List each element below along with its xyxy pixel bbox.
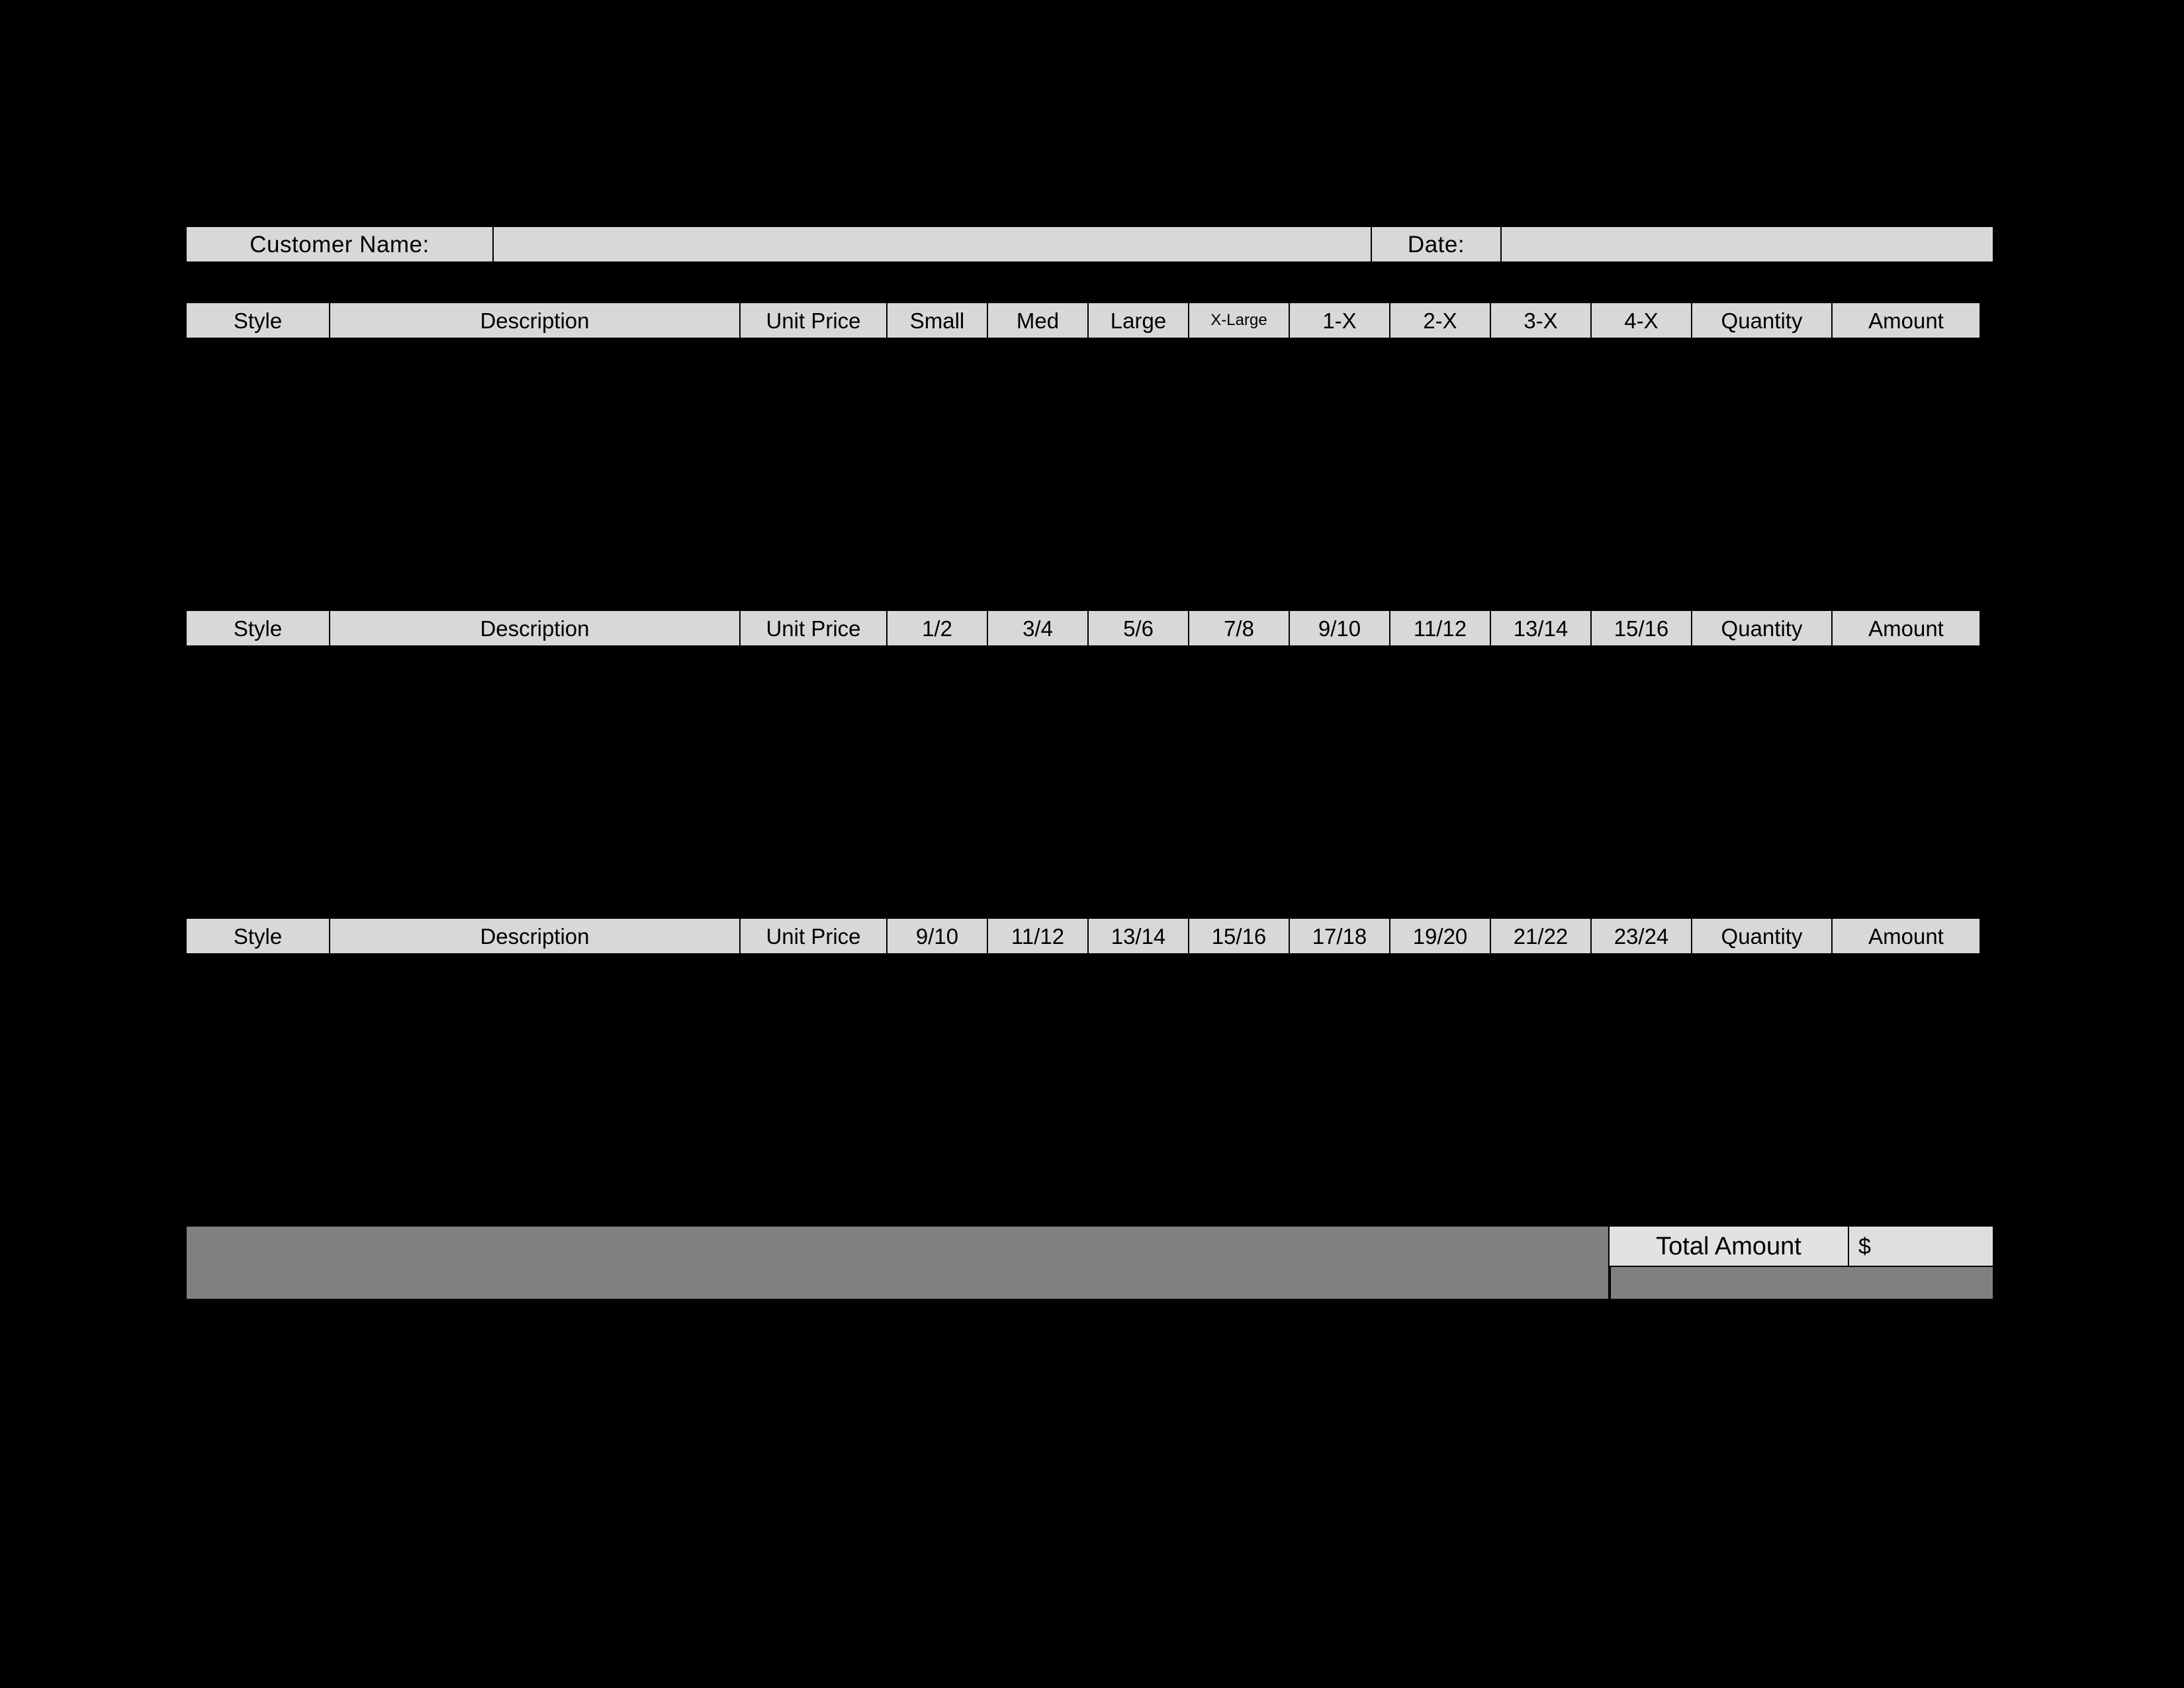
column-header-s5: 1-X (1290, 302, 1390, 339)
customer-date-bar: Customer Name: Date: (185, 226, 1994, 263)
customer-name-input[interactable] (494, 226, 1372, 263)
column-header-s1: Small (887, 302, 988, 339)
total-amount-label: Total Amount (1610, 1225, 1849, 1267)
column-header-style: Style (185, 302, 330, 339)
column-header-s7: 13/14 (1491, 610, 1592, 647)
column-header-price: Unit Price (741, 610, 887, 647)
column-header-s8: 4-X (1592, 302, 1692, 339)
column-header-desc: Description (330, 917, 741, 955)
column-header-s6: 2-X (1390, 302, 1491, 339)
customer-name-label: Customer Name: (185, 226, 494, 263)
column-header-s8: 23/24 (1592, 917, 1692, 955)
column-header-s3: Large (1089, 302, 1189, 339)
column-header-s5: 9/10 (1290, 610, 1390, 647)
column-header-amount: Amount (1833, 610, 1981, 647)
column-header-s8: 15/16 (1592, 610, 1692, 647)
column-header-s2: 11/12 (988, 917, 1089, 955)
column-header-s6: 19/20 (1390, 917, 1491, 955)
column-header-s4: X-Large (1189, 302, 1290, 339)
column-header-s1: 9/10 (887, 917, 988, 955)
column-header-s4: 15/16 (1189, 917, 1290, 955)
date-input[interactable] (1502, 226, 1994, 263)
column-header-price: Unit Price (741, 917, 887, 955)
total-spacer-right (1610, 1267, 1994, 1300)
junior-sizes-header-row: Style Description Unit Price 9/10 11/12 13/14… (185, 917, 1994, 955)
column-header-s3: 5/6 (1089, 610, 1189, 647)
column-header-quantity: Quantity (1692, 917, 1833, 955)
total-amount-value[interactable]: $ (1849, 1225, 1994, 1267)
column-header-style: Style (185, 917, 330, 955)
column-header-price: Unit Price (741, 302, 887, 339)
column-header-quantity: Quantity (1692, 610, 1833, 647)
column-header-s1: 1/2 (887, 610, 988, 647)
column-header-desc: Description (330, 610, 741, 647)
column-header-s6: 11/12 (1390, 610, 1491, 647)
column-header-s2: 3/4 (988, 610, 1089, 647)
column-header-s5: 17/18 (1290, 917, 1390, 955)
total-spacer-left (185, 1225, 1610, 1300)
column-header-s2: Med (988, 302, 1089, 339)
youth-sizes-header-row: Style Description Unit Price 1/2 3/4 5/6 7/8 9/… (185, 610, 1994, 647)
column-header-s7: 21/22 (1491, 917, 1592, 955)
column-header-s3: 13/14 (1089, 917, 1189, 955)
adult-sizes-header-row: Style Description Unit Price Small Med Large X… (185, 302, 1994, 339)
column-header-amount: Amount (1833, 302, 1981, 339)
column-header-s7: 3-X (1491, 302, 1592, 339)
date-label: Date: (1372, 226, 1502, 263)
column-header-quantity: Quantity (1692, 302, 1833, 339)
column-header-style: Style (185, 610, 330, 647)
column-header-desc: Description (330, 302, 741, 339)
column-header-s4: 7/8 (1189, 610, 1290, 647)
column-header-amount: Amount (1833, 917, 1981, 955)
